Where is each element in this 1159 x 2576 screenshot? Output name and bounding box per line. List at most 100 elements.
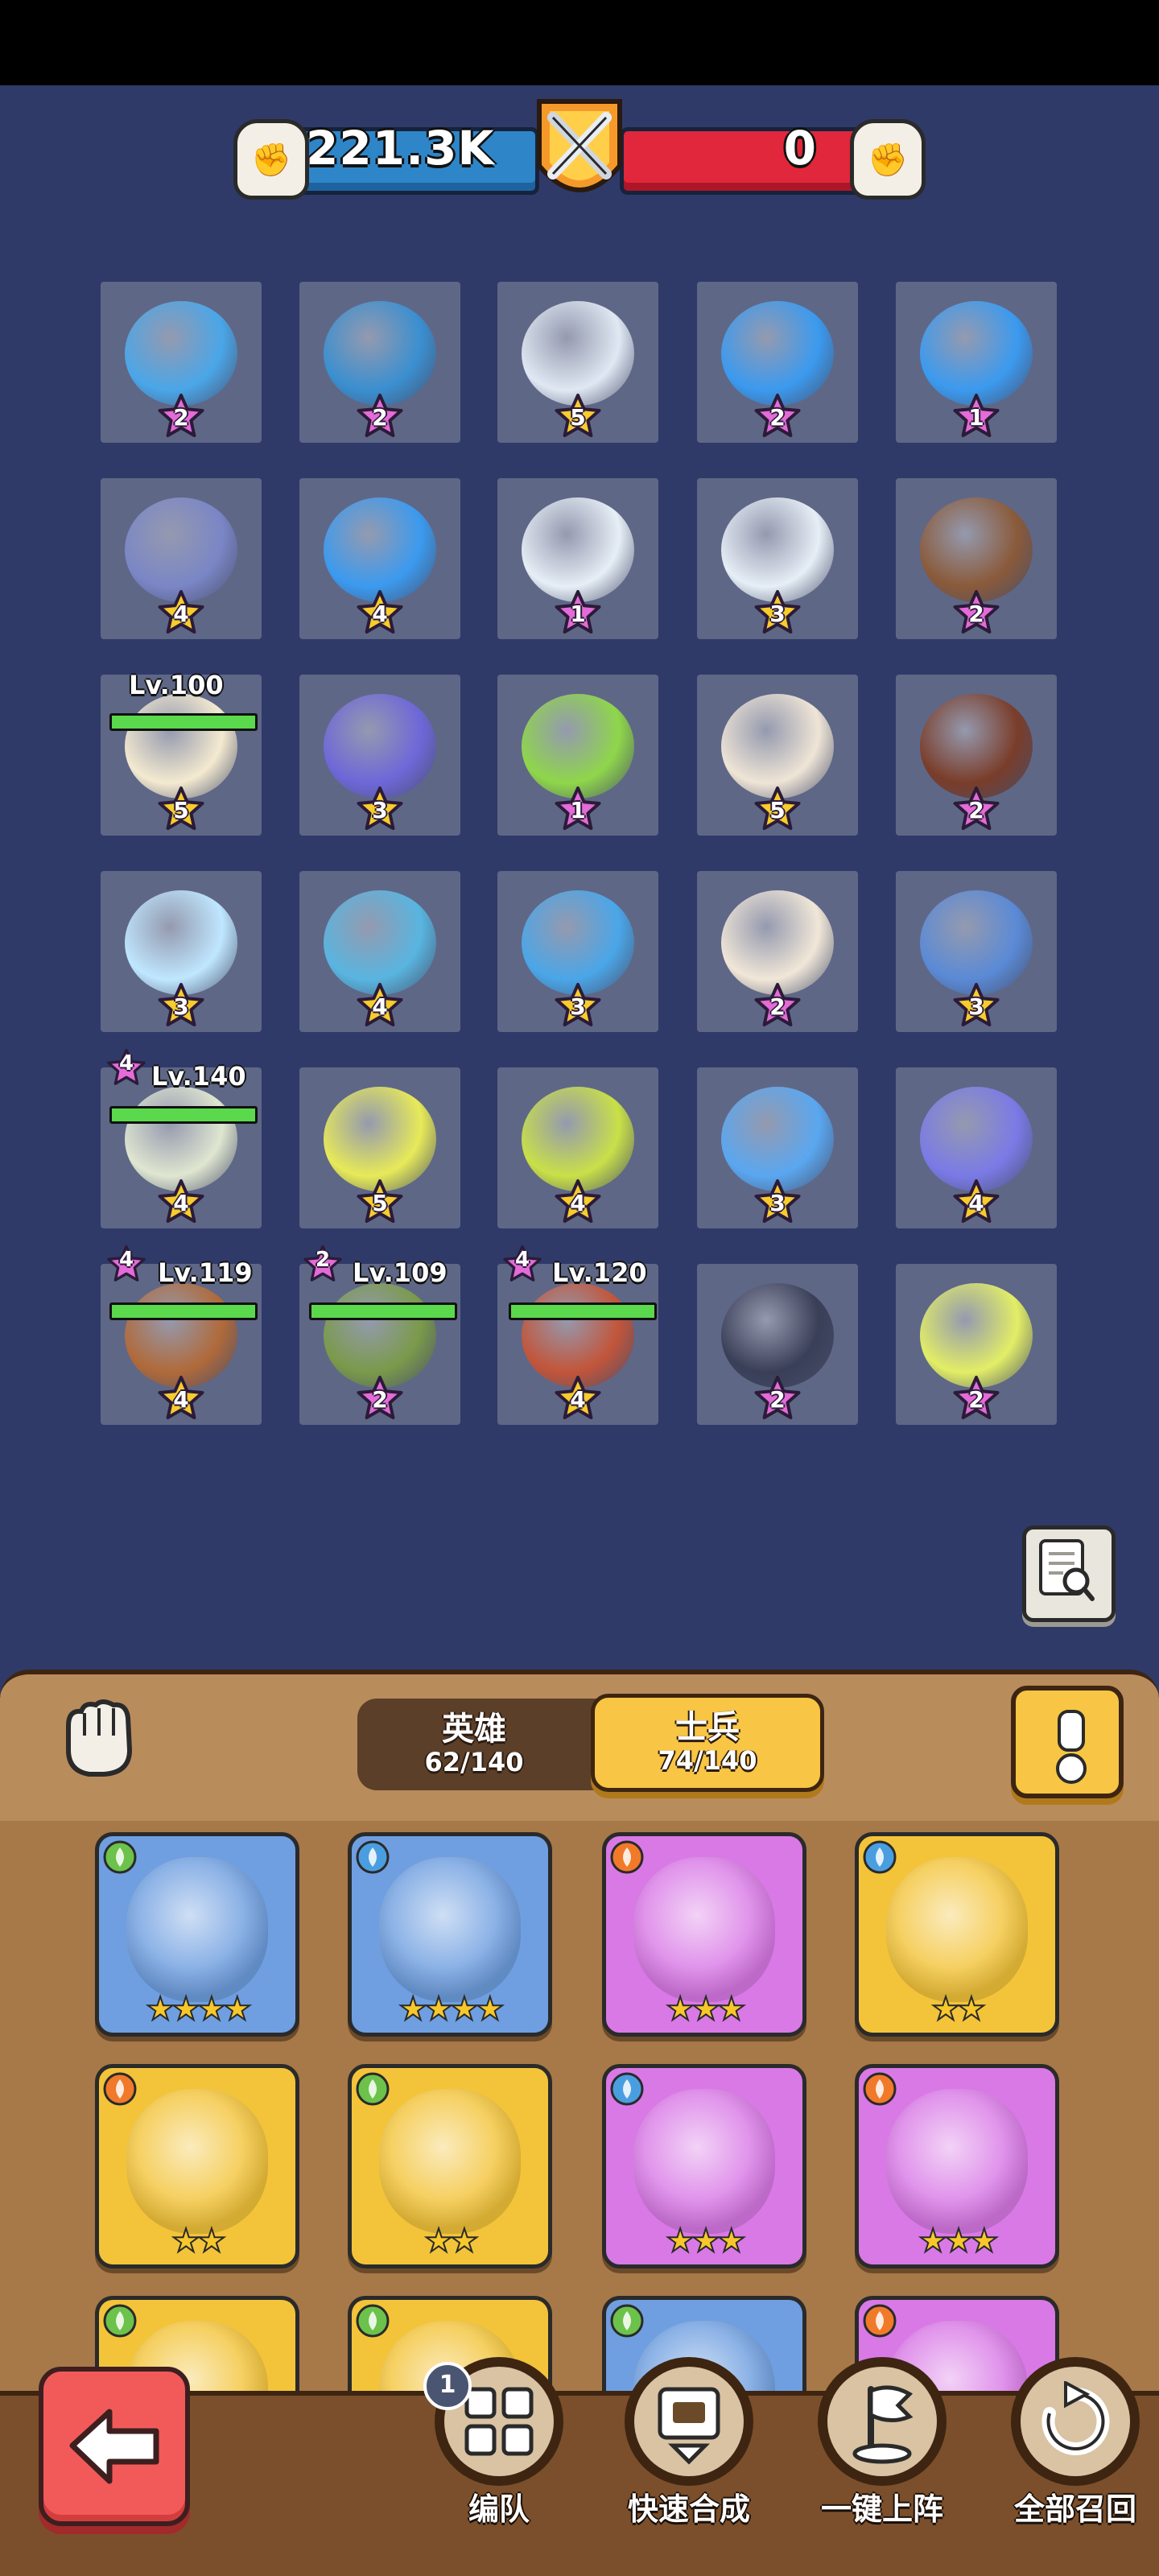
star-level-badge: 2 xyxy=(753,393,802,441)
star-level-badge: 3 xyxy=(753,1179,802,1227)
star-level-value: 4 xyxy=(173,1189,189,1216)
grid-tile[interactable]: 3 xyxy=(497,871,658,1032)
hero-star-value: 4 xyxy=(118,1051,134,1075)
unit-card[interactable]: ★★★★ xyxy=(348,1832,552,2037)
recall-all-button[interactable]: 全部召回 xyxy=(1003,2351,1148,2527)
star-level-value: 2 xyxy=(372,403,388,431)
unit-portrait xyxy=(126,1857,268,2002)
unit-portrait xyxy=(633,1857,775,2002)
unit-card[interactable]: ★★ xyxy=(95,2064,299,2268)
enemy-power-value: 0 xyxy=(783,121,817,175)
grid-tile[interactable]: 2 xyxy=(697,282,858,443)
star-level-value: 5 xyxy=(173,796,189,824)
status-bar xyxy=(0,0,1159,85)
hero-star-badge: 4 xyxy=(106,1245,146,1285)
grid-tile[interactable]: 3 xyxy=(697,478,858,639)
flag-icon xyxy=(852,2385,914,2464)
grid-tile[interactable]: 4 xyxy=(299,871,460,1032)
grid-tile[interactable]: 4 xyxy=(299,478,460,639)
star-level-badge: 2 xyxy=(952,1375,1000,1423)
star-level-value: 3 xyxy=(769,600,786,627)
unit-figure xyxy=(721,1087,834,1191)
grid-tile[interactable]: 4 xyxy=(896,1067,1057,1228)
grid-tile[interactable]: 2 xyxy=(697,1264,858,1425)
unit-portrait xyxy=(126,2089,268,2234)
star-level-badge: 5 xyxy=(554,393,602,441)
grid-tile[interactable]: 3 xyxy=(101,871,262,1032)
grid-tile[interactable]: 3 xyxy=(896,871,1057,1032)
grid-tile[interactable]: 4 xyxy=(101,1067,262,1228)
hero-star-value: 4 xyxy=(118,1248,134,1272)
player-power-value: 221.3K xyxy=(306,121,495,175)
grid-tile[interactable]: 5 xyxy=(299,1067,460,1228)
star-level-badge: 3 xyxy=(157,982,205,1030)
battle-report-button[interactable] xyxy=(1022,1525,1116,1622)
grid-tile[interactable]: 2 xyxy=(896,675,1057,836)
unit-figure xyxy=(721,1283,834,1388)
star-level-badge: 1 xyxy=(554,589,602,638)
unit-figure xyxy=(721,301,834,406)
unit-card[interactable]: ★★★ xyxy=(855,2064,1059,2268)
grid-tile[interactable]: 2 xyxy=(697,871,858,1032)
unit-figure xyxy=(324,1283,436,1388)
unit-card[interactable]: ★★ xyxy=(348,2064,552,2268)
grid-tile[interactable]: 1 xyxy=(896,282,1057,443)
grid-tile[interactable]: 1 xyxy=(497,675,658,836)
grid-tile[interactable]: 4 xyxy=(101,478,262,639)
star-level-badge: 5 xyxy=(753,786,802,834)
star-level-value: 4 xyxy=(968,1189,984,1216)
report-icon xyxy=(1039,1539,1095,1601)
hero-health-bar xyxy=(109,713,258,731)
card-star-rating: ★★ xyxy=(930,1990,987,2029)
unit-card[interactable]: ★★★ xyxy=(602,1832,806,2037)
unit-figure xyxy=(125,497,237,602)
back-button[interactable] xyxy=(39,2367,190,2526)
one-click-deploy-button[interactable]: 一键上阵 xyxy=(810,2351,955,2527)
grid-tile[interactable]: 1 xyxy=(497,478,658,639)
fire-element-icon xyxy=(102,2071,138,2107)
card-star-rating: ★★★ xyxy=(918,2222,1000,2260)
unit-figure xyxy=(324,694,436,799)
unit-card[interactable]: ★★★ xyxy=(602,2064,806,2268)
power-fist-button[interactable] xyxy=(55,1694,143,1782)
grid-tile[interactable]: 2 xyxy=(896,1264,1057,1425)
grid-tile[interactable]: 5 xyxy=(697,675,858,836)
power-comparison-bar: 221.3K 0 ✊ ✊ xyxy=(233,99,926,209)
card-star-rating: ★★★ xyxy=(665,2222,747,2260)
unit-figure xyxy=(920,301,1033,406)
star-level-value: 2 xyxy=(968,600,984,627)
unit-figure xyxy=(721,890,834,995)
tab-heroes[interactable]: 英雄 62/140 xyxy=(357,1699,591,1790)
grid-tile[interactable]: 2 xyxy=(299,282,460,443)
grid-tile[interactable]: 3 xyxy=(299,675,460,836)
grid-tile[interactable]: 2 xyxy=(101,282,262,443)
grid-tile[interactable]: 4 xyxy=(497,1067,658,1228)
star-level-badge: 5 xyxy=(356,1179,404,1227)
tab-soldiers-label: 士兵 xyxy=(675,1709,740,1746)
card-star-rating: ★★★★ xyxy=(398,1990,505,2029)
formation-button[interactable]: 1 编队 xyxy=(423,2351,571,2527)
unit-figure xyxy=(324,890,436,995)
enemy-power-bar xyxy=(620,127,869,195)
star-level-value: 3 xyxy=(372,796,388,824)
hero-star-value: 2 xyxy=(315,1248,331,1272)
star-level-badge: 4 xyxy=(952,1179,1000,1227)
grid-tile[interactable]: 2 xyxy=(299,1264,460,1425)
star-level-badge: 4 xyxy=(157,589,205,638)
unit-card[interactable]: ★★★★ xyxy=(95,1832,299,2037)
unit-portrait xyxy=(886,2089,1028,2234)
star-level-value: 4 xyxy=(570,1189,586,1216)
grid-tile[interactable]: 3 xyxy=(697,1067,858,1228)
tab-soldiers[interactable]: 士兵 74/140 xyxy=(591,1694,824,1792)
grid-tile[interactable]: 2 xyxy=(896,478,1057,639)
grid-tile[interactable]: 5 xyxy=(497,282,658,443)
info-button[interactable] xyxy=(1011,1686,1124,1798)
star-level-badge: 5 xyxy=(157,786,205,834)
grid-tile[interactable]: 4 xyxy=(497,1264,658,1425)
card-star-rating: ★★ xyxy=(423,2222,480,2260)
unit-card[interactable]: ★★ xyxy=(855,1832,1059,2037)
hero-level-label: Lv.109 xyxy=(353,1257,448,1288)
star-level-badge: 2 xyxy=(753,1375,802,1423)
quick-merge-button[interactable]: 快速合成 xyxy=(617,2351,761,2527)
grid-tile[interactable]: 4 xyxy=(101,1264,262,1425)
